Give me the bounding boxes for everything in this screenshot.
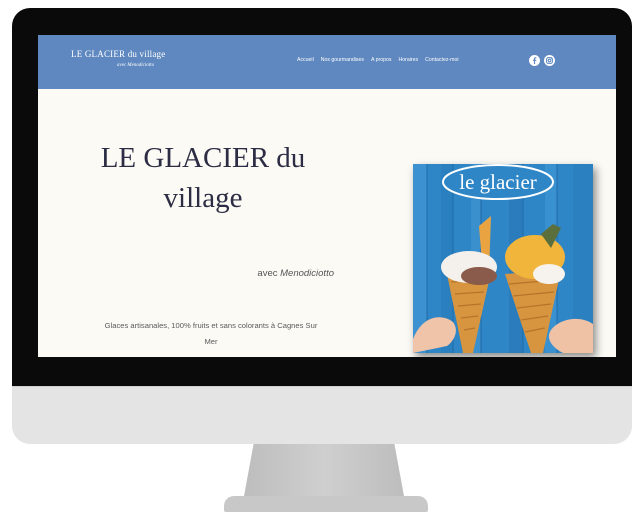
nav-item-horaires[interactable]: Horaires <box>398 57 418 63</box>
nav-item-contact[interactable]: Contactez-moi <box>425 57 458 63</box>
instagram-icon[interactable] <box>544 55 555 66</box>
social-links <box>529 55 555 66</box>
monitor-screen: LE GLACIER du village avec Menodiciotto … <box>38 35 616 357</box>
monitor-stand-base <box>224 496 428 512</box>
nav-item-accueil[interactable]: Accueil <box>297 57 314 63</box>
nav-item-gourmandises[interactable]: Nos gourmandises <box>321 57 364 63</box>
nav-item-a-propos[interactable]: A propos <box>371 57 391 63</box>
hero-title: LE GLACIER du village <box>78 138 328 218</box>
monitor-stand-neck <box>244 444 404 496</box>
hero-description-line1: Glaces artisanales, 100% fruits et sans … <box>104 321 318 330</box>
hero-subtitle-author: Menodiciotto <box>280 268 334 279</box>
hero-title-line1: LE GLACIER du <box>100 142 306 174</box>
hero-title-line2: village <box>163 182 243 214</box>
facebook-icon[interactable] <box>529 55 540 66</box>
site-header: LE GLACIER du village avec Menodiciotto … <box>38 35 616 89</box>
photo-sign-text: le glacier <box>459 170 537 194</box>
brand-title: LE GLACIER du village <box>71 49 166 59</box>
hero-description: Glaces artisanales, 100% fruits et sans … <box>76 318 346 350</box>
hero-subtitle: avec Menodiciotto <box>238 268 334 279</box>
ice-cream-photo: le glacier <box>413 164 593 353</box>
hero-description-line2: Mer <box>204 337 218 346</box>
main-nav: Accueil Nos gourmandises A propos Horair… <box>297 57 459 63</box>
brand-subtitle: avec Menodiciotto <box>117 63 155 68</box>
monitor-chin <box>12 386 632 444</box>
site-logo[interactable]: LE GLACIER du village avec Menodiciotto <box>71 49 166 68</box>
hero-subtitle-prefix: avec <box>257 268 281 279</box>
